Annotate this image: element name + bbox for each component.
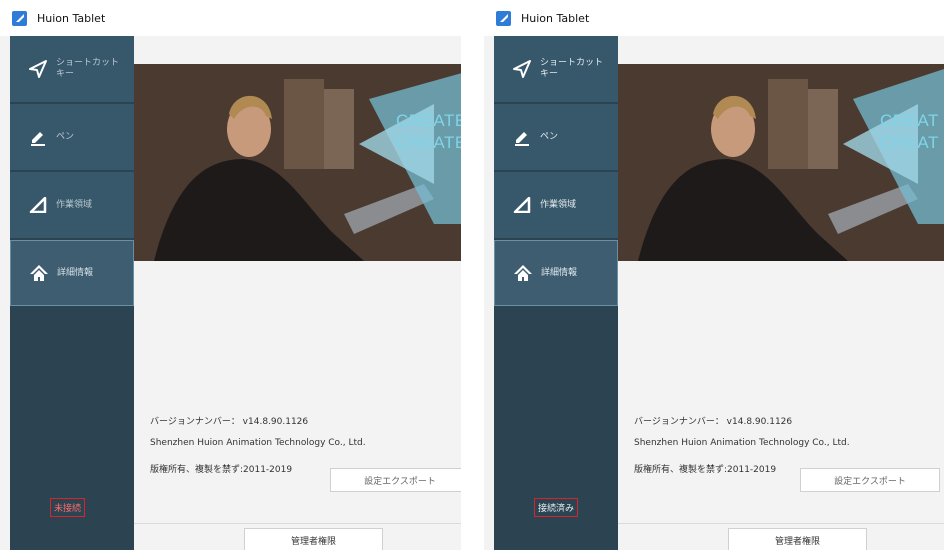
hero-text-line: CREAT [880,133,939,152]
sidebar-item-details[interactable]: 詳細情報 [10,240,134,306]
triangle-area-icon [20,197,56,213]
home-icon [505,264,541,282]
window-left: Huion Tablet ショートカット キー ペン 作業領域 詳細情報 未接続… [0,0,461,550]
version-number: バージョンナンバー： v14.8.90.1126 [150,417,309,427]
sidebar-item-label: ペン [56,131,75,142]
sidebar-item-details[interactable]: 詳細情報 [494,240,618,306]
company-name: Shenzhen Huion Animation Technology Co.,… [150,438,366,448]
app-logo-icon [12,10,27,26]
sidebar-item-shortcut-keys[interactable]: ショートカット キー [494,36,618,102]
main-content: CREATE CREATE バージョンナンバー： v14.8.90.1126 S… [134,36,461,550]
paper-plane-icon [504,60,540,78]
triangle-area-icon [504,197,540,213]
sidebar-item-work-area[interactable]: 作業領域 [494,172,618,238]
sidebar-item-label: 作業領域 [540,199,577,210]
title-bar: Huion Tablet [484,0,944,36]
copyright-text: 版権所有、複製を禁ず:2011-2019 [150,465,293,475]
sidebar: ショートカット キー ペン 作業領域 詳細情報 未接続 [10,36,134,550]
sidebar-item-label: 詳細情報 [57,267,94,278]
sidebar: ショートカット キー ペン 作業領域 詳細情報 接続済み [494,36,618,550]
footer-bar: 管理者権限 [134,523,461,550]
connection-status: 接続済み [534,498,579,517]
home-icon [21,264,57,282]
copyright-text: 版権所有、複製を禁ず:2011-2019 [634,465,777,475]
export-settings-button[interactable]: 設定エクスポート [330,468,461,492]
title-bar: Huion Tablet [0,0,461,36]
sidebar-item-label: 作業領域 [56,199,93,210]
footer-bar: 管理者権限 [618,523,944,550]
company-name: Shenzhen Huion Animation Technology Co.,… [634,438,850,448]
pen-icon [504,128,540,146]
window-title: Huion Tablet [521,11,590,25]
main-content: CREAT CREAT バージョンナンバー： v14.8.90.1126 She… [618,36,944,550]
sidebar-item-label: ショートカット キー [540,58,604,79]
hero-text-line: CREAT [880,111,939,130]
hero-text-line: CREATE [396,133,461,152]
hero-text-line: CREATE [396,111,461,130]
hero-banner-image: CREATE CREATE [134,64,461,261]
sidebar-item-pen[interactable]: ペン [10,104,134,170]
sidebar-item-work-area[interactable]: 作業領域 [10,172,134,238]
export-settings-button[interactable]: 設定エクスポート [800,468,940,492]
pen-icon [20,128,56,146]
sidebar-item-shortcut-keys[interactable]: ショートカット キー [10,36,134,102]
sidebar-item-label: 詳細情報 [541,267,578,278]
app-logo-icon [496,10,511,26]
sidebar-item-pen[interactable]: ペン [494,104,618,170]
hero-banner-image: CREAT CREAT [618,64,944,261]
window-right: Huion Tablet ショートカット キー ペン 作業領域 詳細情報 接続済… [484,0,944,550]
paper-plane-icon [20,60,56,78]
window-title: Huion Tablet [37,11,106,25]
admin-rights-button[interactable]: 管理者権限 [244,528,383,550]
hero-headline: CREATE CREATE [396,110,461,154]
hero-headline: CREAT CREAT [880,110,939,154]
version-number: バージョンナンバー： v14.8.90.1126 [634,417,793,427]
connection-status: 未接続 [50,498,86,517]
sidebar-item-label: ペン [540,131,559,142]
admin-rights-button[interactable]: 管理者権限 [728,528,867,550]
sidebar-item-label: ショートカット キー [56,58,120,79]
